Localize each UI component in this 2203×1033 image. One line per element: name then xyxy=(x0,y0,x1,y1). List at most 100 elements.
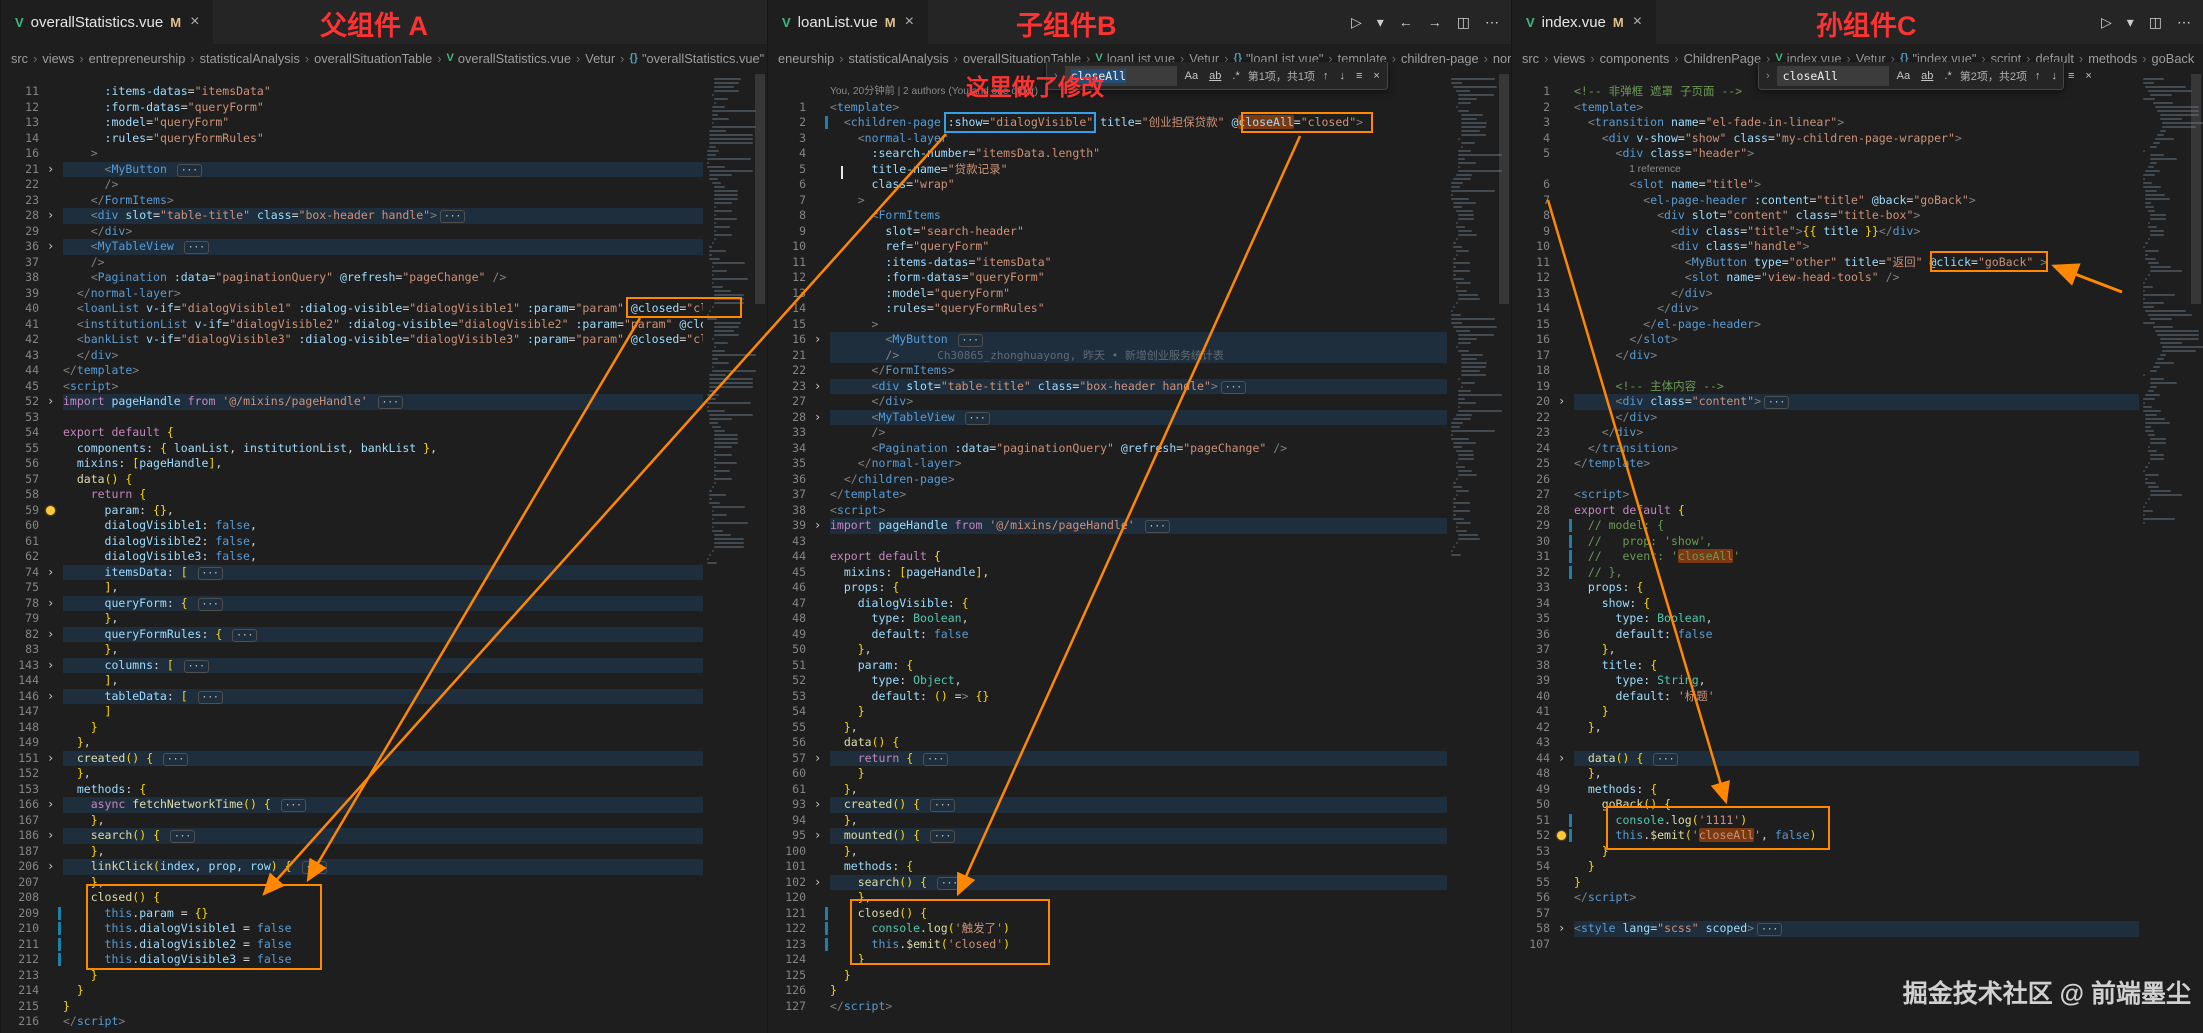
breadcrumb-item[interactable]: src xyxy=(1522,51,1539,66)
line-number[interactable]: 14 xyxy=(768,301,806,317)
code-line[interactable]: 35 </normal-layer> xyxy=(768,456,1447,472)
code-line[interactable]: 23 </FormItems> xyxy=(1,193,703,209)
minimap[interactable] xyxy=(2143,78,2189,526)
code-line[interactable]: 4 <div v-show="show" class="my-children-… xyxy=(1512,131,2139,147)
line-number[interactable]: 27 xyxy=(1512,487,1550,503)
code-line[interactable]: 26 xyxy=(1512,472,2139,488)
line-number[interactable]: 55 xyxy=(768,720,806,736)
code-line[interactable]: 50 }, xyxy=(768,642,1447,658)
code-line[interactable]: 44</template> xyxy=(1,363,703,379)
breadcrumb-item[interactable]: entrepreneurship xyxy=(89,51,186,66)
fold-chevron-icon[interactable]: › xyxy=(47,394,54,410)
line-number[interactable]: 36 xyxy=(1512,627,1550,643)
breadcrumb-item[interactable]: src xyxy=(11,51,28,66)
code-line[interactable]: 94 }, xyxy=(768,813,1447,829)
code-line[interactable]: 17 </div> xyxy=(1512,348,2139,364)
code-line[interactable]: 4 :search-number="itemsData.length" xyxy=(768,146,1447,162)
line-number[interactable]: 2 xyxy=(768,115,806,131)
line-number[interactable]: 29 xyxy=(1,224,39,240)
breadcrumb-item[interactable]: children-page xyxy=(1401,51,1479,66)
code-line[interactable]: 57› return { ··· xyxy=(768,751,1447,767)
code-line[interactable]: 42 <bankList v-if="dialogVisible3" :dial… xyxy=(1,332,703,348)
line-number[interactable]: 11 xyxy=(1512,255,1550,271)
code-line[interactable]: 58›<style lang="scss" scoped>··· xyxy=(1512,921,2139,937)
line-number[interactable]: 19 xyxy=(1512,379,1550,395)
line-number[interactable]: 123 xyxy=(768,937,806,953)
code-line[interactable]: 166› async fetchNetworkTime() { ··· xyxy=(1,797,703,813)
line-number[interactable]: 216 xyxy=(1,1014,39,1030)
code-line[interactable]: 39 type: String, xyxy=(1512,673,2139,689)
code-line[interactable]: 37 /> xyxy=(1,255,703,271)
code-line[interactable]: 3 <transition name="el-fade-in-linear"> xyxy=(1512,115,2139,131)
fold-chevron-icon[interactable]: › xyxy=(47,596,54,612)
code-line[interactable]: 11 :items-datas="itemsData" xyxy=(768,255,1447,271)
line-number[interactable]: 39 xyxy=(1512,673,1550,689)
code-line[interactable]: 102› search() { ··· xyxy=(768,875,1447,891)
find-close-button[interactable]: × xyxy=(1370,69,1382,83)
code-line[interactable]: 153 methods: { xyxy=(1,782,703,798)
line-number[interactable]: 5 xyxy=(1512,146,1550,162)
breadcrumb-item[interactable]: goBack xyxy=(2152,51,2195,66)
lightbulb-icon[interactable] xyxy=(46,506,55,515)
find-toggle-replace-icon[interactable]: › xyxy=(1764,70,1772,82)
line-number[interactable]: 8 xyxy=(1512,208,1550,224)
line-number[interactable]: 27 xyxy=(768,394,806,410)
code-line[interactable]: 8 <FormItems xyxy=(768,208,1447,224)
line-number[interactable]: 94 xyxy=(768,813,806,829)
code-line[interactable]: 45<script> xyxy=(1,379,703,395)
code-line[interactable]: 9 <div class="title">{{ title }}</div> xyxy=(1512,224,2139,240)
fold-chevron-icon[interactable]: › xyxy=(1558,751,1565,767)
code-line[interactable]: 53 xyxy=(1,410,703,426)
code-line[interactable]: 54 } xyxy=(1512,859,2139,875)
line-number[interactable]: 43 xyxy=(1,348,39,364)
code-line[interactable]: 29 // model: { xyxy=(1512,518,2139,534)
line-number[interactable]: 122 xyxy=(768,921,806,937)
fold-chevron-icon[interactable]: › xyxy=(47,162,54,178)
code-line[interactable]: 20› <div class="content">··· xyxy=(1512,394,2139,410)
code-line[interactable]: 13 </div> xyxy=(1512,286,2139,302)
line-number[interactable]: 31 xyxy=(1512,549,1550,565)
code-line[interactable]: 36› <MyTableView ··· xyxy=(1,239,703,255)
code-line[interactable]: 33 /> xyxy=(768,425,1447,441)
code-line[interactable]: 216</script> xyxy=(1,1014,703,1030)
code-line[interactable]: 186› search() { ··· xyxy=(1,828,703,844)
code-line[interactable]: 2<template> xyxy=(1512,100,2139,116)
code-line[interactable]: 8 <div slot="content" class="title-box"> xyxy=(1512,208,2139,224)
breadcrumb-item[interactable]: {}"overallStatistics.vue" xyxy=(629,51,764,66)
scrollbar-thumb[interactable] xyxy=(1499,74,1509,304)
line-number[interactable]: 153 xyxy=(1,782,39,798)
code-line[interactable]: 147 ] xyxy=(1,704,703,720)
line-number[interactable]: 52 xyxy=(1512,828,1550,844)
line-number[interactable]: 144 xyxy=(1,673,39,689)
line-number[interactable]: 54 xyxy=(1512,859,1550,875)
line-number[interactable]: 16 xyxy=(768,332,806,348)
line-number[interactable]: 211 xyxy=(1,937,39,953)
line-number[interactable]: 42 xyxy=(1,332,39,348)
code-line[interactable]: 3 <normal-layer xyxy=(768,131,1447,147)
line-number[interactable]: 29 xyxy=(1512,518,1550,534)
line-number[interactable]: 107 xyxy=(1512,937,1550,953)
line-number[interactable]: 126 xyxy=(768,983,806,999)
code-line[interactable]: 210 this.dialogVisible1 = false xyxy=(1,921,703,937)
line-number[interactable]: 32 xyxy=(1512,565,1550,581)
line-number[interactable]: 21 xyxy=(1,162,39,178)
line-number[interactable]: 46 xyxy=(768,580,806,596)
breadcrumb-item[interactable]: normal-layer xyxy=(1493,51,1511,66)
line-number[interactable]: 51 xyxy=(1512,813,1550,829)
code-line[interactable]: 83 }, xyxy=(1,642,703,658)
code-line[interactable]: 58 return { xyxy=(1,487,703,503)
code-line[interactable]: 212 this.dialogVisible3 = false xyxy=(1,952,703,968)
find-toggle-replace-icon[interactable]: › xyxy=(1052,70,1060,82)
line-number[interactable]: 8 xyxy=(768,208,806,224)
line-number[interactable]: 74 xyxy=(1,565,39,581)
line-number[interactable]: 34 xyxy=(1512,596,1550,612)
code-line[interactable]: 36 </children-page> xyxy=(768,472,1447,488)
code-line[interactable]: 22 /> xyxy=(1,177,703,193)
line-number[interactable]: 26 xyxy=(1512,472,1550,488)
code-line[interactable]: 60 } xyxy=(768,766,1447,782)
minimap[interactable] xyxy=(707,78,753,566)
fold-chevron-icon[interactable]: › xyxy=(47,828,54,844)
scrollbar[interactable] xyxy=(753,72,767,1033)
minimap[interactable] xyxy=(1451,78,1497,558)
line-number[interactable]: 22 xyxy=(1512,410,1550,426)
